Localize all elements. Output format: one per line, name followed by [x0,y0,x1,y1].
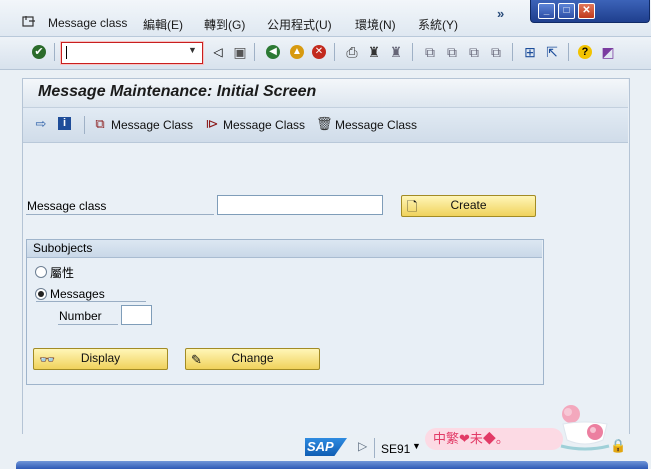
watermark: 中繁❤未◆。 [425,428,563,450]
menu-edit[interactable]: 編輯(E) [143,16,183,33]
save-icon[interactable]: ▣ [232,44,248,60]
toolbar-separator [512,43,513,61]
taskbar-edge [16,461,648,469]
back-icon[interactable]: ◀ [266,45,280,59]
exit-icon[interactable]: ▲ [290,45,304,59]
label-underline [26,214,214,215]
enter-icon[interactable]: ✔ [32,45,46,59]
next-page-icon[interactable]: ⧉ [466,44,482,60]
menu-goto[interactable]: 轉到(G) [204,16,245,33]
number-label: Number [59,309,102,323]
copy-message-class-button[interactable]: Message Class [111,118,193,132]
status-separator [374,438,375,458]
help-icon[interactable]: ? [578,45,592,59]
print-icon[interactable]: ⎙ [344,44,360,60]
radio-attributes[interactable] [35,266,47,278]
find-next-icon[interactable]: ♜ [388,44,404,60]
rename-icon[interactable]: ⧐ [204,116,220,132]
message-class-label: Message class [27,199,107,213]
menu-message-class[interactable]: Message class [48,16,127,30]
last-page-icon[interactable]: ⧉ [488,44,504,60]
trash-icon[interactable]: 🗑 [316,116,333,132]
command-field[interactable] [61,42,203,64]
toolbar-separator [412,43,413,61]
message-class-input[interactable] [217,195,383,215]
menu-system[interactable]: 系統(Y) [418,16,458,33]
first-page-icon[interactable]: ⧉ [422,44,438,60]
page-title: Message Maintenance: Initial Screen [38,83,317,100]
menu-utilities[interactable]: 公用程式(U) [267,16,332,33]
command-caret [66,46,67,59]
number-input[interactable] [121,305,152,325]
document-icon: 🗋 [407,199,418,214]
customize-layout-icon[interactable]: ◩ [600,44,616,60]
other-object-icon[interactable]: ⇨ [33,116,49,132]
radio-messages[interactable] [35,288,47,300]
chevron-down-icon[interactable]: ▼ [412,441,421,451]
menu-overflow-icon[interactable]: » [497,6,504,21]
display-button[interactable]: 👓 Display [33,348,168,370]
toolbar-separator [254,43,255,61]
create-button-label: Create [450,198,487,212]
shortcut-icon[interactable]: ⇱ [544,44,560,60]
minimize-icon[interactable]: _ [538,3,555,19]
radio-attributes-label: 屬性 [50,266,75,280]
teacup-decoration-icon [555,402,615,452]
toolbar-separator [54,43,55,61]
change-button[interactable]: ✎ Change [185,348,320,370]
label-underline [58,324,118,325]
play-icon[interactable]: ▷ [358,439,367,453]
lock-icon: 🔒 [610,438,627,453]
copy-icon[interactable]: ⧉ [92,116,108,132]
change-button-label: Change [231,351,274,365]
create-button[interactable]: 🗋 Create [401,195,536,217]
maximize-icon[interactable]: □ [558,3,575,19]
new-session-icon[interactable]: ⊞ [522,44,538,60]
subobjects-title: Subobjects [33,241,93,255]
subobjects-header [27,240,542,258]
glasses-icon: 👓 [39,352,56,367]
previous-page-icon[interactable]: ⧉ [444,44,460,60]
label-underline [36,301,146,302]
pencil-icon: ✎ [191,352,202,367]
info-icon[interactable]: i [58,117,71,130]
system-transaction: SE91 [381,442,411,456]
menu-environment[interactable]: 環境(N) [355,16,396,33]
delete-message-class-button[interactable]: Message Class [335,118,417,132]
toolbar-separator [334,43,335,61]
chevron-down-icon[interactable]: ▼ [188,45,197,55]
rename-message-class-button[interactable]: Message Class [223,118,305,132]
find-icon[interactable]: ♜ [366,44,382,60]
window-controls: _ □ ✕ [530,0,650,23]
toolbar-separator [568,43,569,61]
menu-icon[interactable] [22,15,36,27]
toolbar-separator [84,116,85,134]
radio-messages-label: Messages [50,287,105,301]
display-button-label: Display [80,351,121,365]
cancel-icon[interactable]: ✕ [312,45,326,59]
close-icon[interactable]: ✕ [578,3,595,19]
history-back-icon[interactable]: ◁ [210,44,226,60]
